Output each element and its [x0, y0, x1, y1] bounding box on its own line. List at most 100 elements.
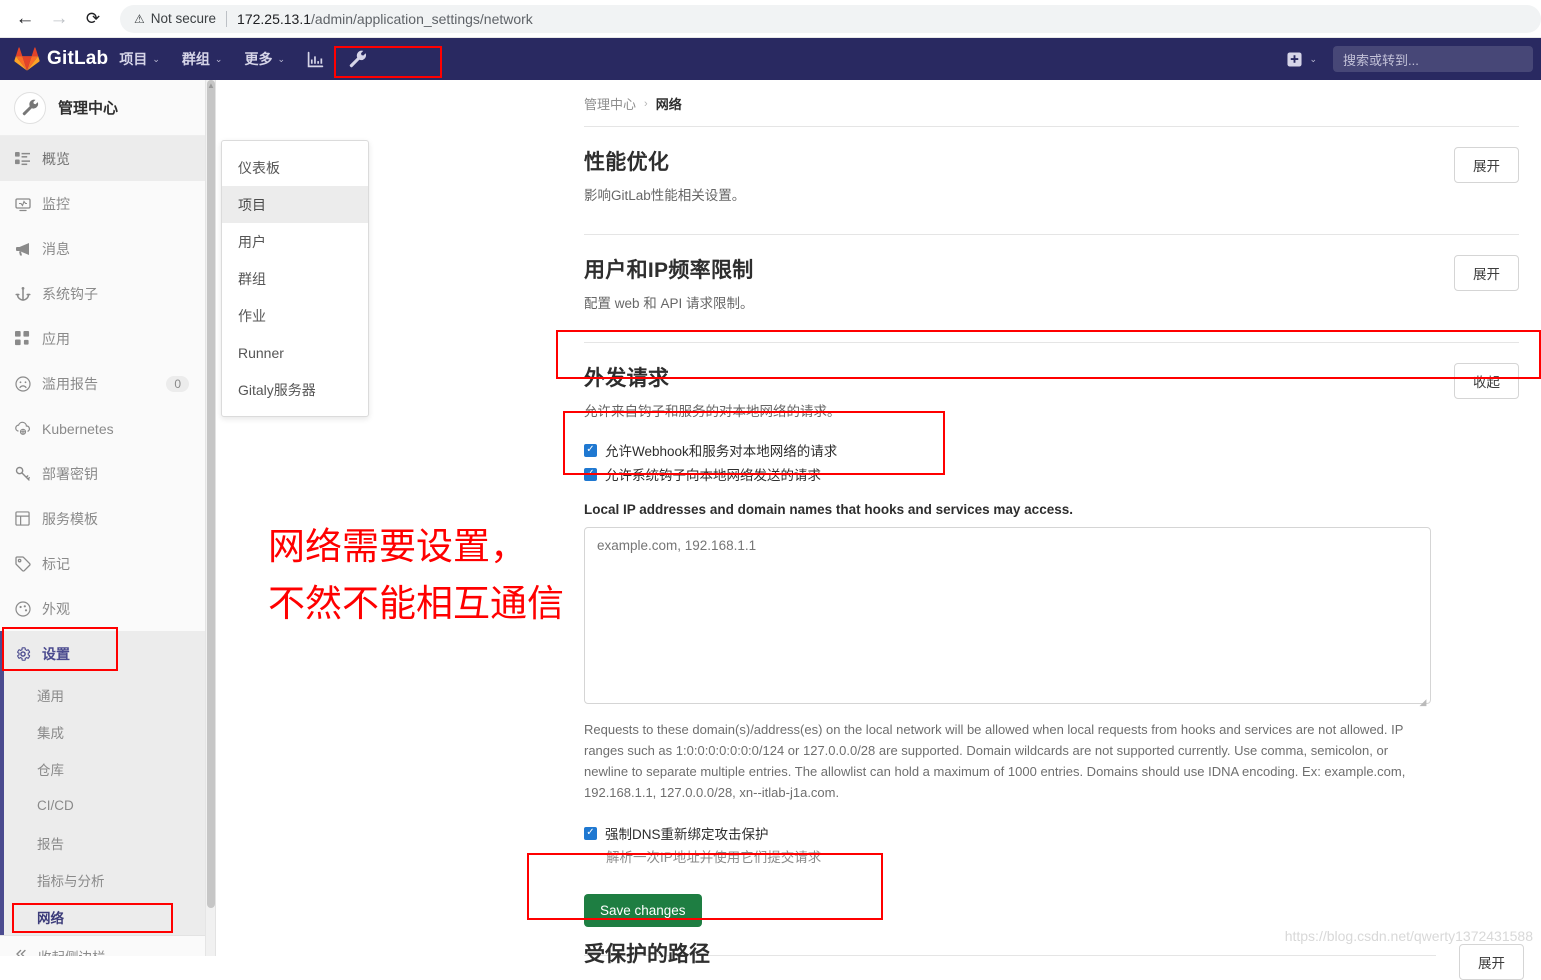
wrench-icon [14, 91, 46, 124]
nav-item-groups[interactable]: 群组 ⌄ [171, 38, 234, 80]
nav-item-more[interactable]: 更多 ⌄ [233, 38, 296, 80]
sidebar-item-label: Kubernetes [42, 420, 114, 437]
collapse-outbound-button[interactable]: 收起 [1454, 363, 1519, 399]
gear-icon [14, 645, 31, 662]
section-body: 用户和IP频率限制 配置 web 和 API 请求限制。 [584, 254, 1436, 312]
gitlab-tanuki-icon [14, 47, 40, 71]
dropdown-item-users[interactable]: 用户 [222, 223, 368, 260]
overview-icon [14, 150, 31, 167]
monitor-icon [14, 195, 31, 212]
subnav-item-metrics[interactable]: 指标与分析 [4, 861, 205, 898]
subnav-item-reporting[interactable]: 报告 [4, 824, 205, 861]
annotation-text: 网络需要设置， 不然不能相互通信 [268, 525, 564, 626]
subnav-item-label: CI/CD [37, 798, 74, 813]
watermark: https://blog.csdn.net/qwerty1372431588 [1284, 928, 1533, 944]
section-description: 影响GitLab性能相关设置。 [584, 188, 746, 203]
address-bar[interactable]: ⚠ Not secure 172.25.13.1/admin/applicati… [120, 4, 1541, 33]
sidebar-item-kubernetes[interactable]: Kubernetes [0, 406, 205, 451]
kubernetes-icon [14, 420, 31, 437]
breadcrumb-root[interactable]: 管理中心 [584, 94, 636, 113]
checkbox-allow-system-hooks-local[interactable]: ✓ 允许系统钩子向本地网络发送的请求 [584, 464, 1436, 484]
sidebar-item-applications[interactable]: 应用 [0, 316, 205, 361]
back-arrow-icon[interactable]: ← [8, 2, 42, 36]
checkbox-label: 强制DNS重新绑定攻击保护 [605, 827, 769, 843]
expand-performance-button[interactable]: 展开 [1454, 147, 1519, 183]
plus-square-icon [1287, 51, 1302, 67]
sidebar-item-settings[interactable]: 设置 [0, 631, 205, 676]
dropdown-item-label: 用户 [238, 233, 266, 250]
dropdown-item-label: 群组 [238, 270, 266, 287]
sidebar-item-label: 外观 [42, 600, 70, 617]
subnav-item-general[interactable]: 通用 [4, 676, 205, 713]
sidebar-item-label: 消息 [42, 240, 70, 257]
apps-icon [14, 330, 31, 347]
omnibox-divider [226, 10, 228, 27]
subnav-item-label: 指标与分析 [37, 873, 105, 889]
search-input[interactable]: 搜索或转到... [1333, 46, 1533, 72]
sidebar-scrollbar-track[interactable]: ▲ [206, 80, 216, 956]
sidebar-context-header[interactable]: 管理中心 [0, 80, 205, 136]
allowlist-help-text: Requests to these domain(s)/address(es) … [584, 722, 1406, 801]
scroll-up-arrow-icon[interactable]: ▲ [207, 82, 215, 90]
allowlist-textarea-wrapper: ◢ [584, 527, 1431, 709]
dropdown-item-dashboard[interactable]: 仪表板 [222, 149, 368, 186]
expand-rate-limits-button[interactable]: 展开 [1454, 255, 1519, 291]
new-item-button[interactable]: ⌄ [1277, 38, 1327, 80]
collapse-sidebar-button[interactable]: 收起侧边栏 [0, 935, 205, 956]
nav-item-projects[interactable]: 项目 ⌄ [108, 38, 171, 80]
section-user-ip-rate-limits: 用户和IP频率限制 配置 web 和 API 请求限制。 展开 [584, 235, 1519, 329]
nav-item-label: 项目 [119, 51, 148, 67]
sidebar-item-labels[interactable]: 标记 [0, 541, 205, 586]
dropdown-item-label: 仪表板 [238, 159, 280, 176]
nav-item-label: 更多 [244, 51, 273, 67]
expand-protected-paths-button[interactable]: 展开 [1459, 944, 1524, 980]
chart-bar-icon[interactable] [296, 38, 335, 80]
sidebar-item-overview[interactable]: 概览 [0, 136, 205, 181]
sidebar-item-monitoring[interactable]: 监控 [0, 181, 205, 226]
chevron-down-icon: ⌄ [214, 53, 223, 64]
subnav-item-integrations[interactable]: 集成 [4, 713, 205, 750]
sidebar-item-deploy-keys[interactable]: 部署密钥 [0, 451, 205, 496]
hook-icon [14, 285, 31, 302]
sidebar-item-appearance[interactable]: 外观 [0, 586, 205, 631]
megaphone-icon [14, 240, 31, 257]
dropdown-item-projects[interactable]: 项目 [222, 186, 368, 223]
sidebar-item-label: 滥用报告 [42, 375, 98, 392]
checkbox-allow-webhook-local[interactable]: ✓ 允许Webhook和服务对本地网络的请求 [584, 440, 1436, 460]
gitlab-logo[interactable]: GitLab [14, 47, 108, 71]
settings-subnav: 通用 集成 仓库 CI/CD 报告 指标与分析 网络 [0, 676, 205, 935]
subnav-item-cicd[interactable]: CI/CD [4, 787, 205, 824]
forward-arrow-icon[interactable]: → [42, 2, 76, 36]
sidebar-item-label: 概览 [42, 150, 70, 167]
sidebar-item-label: 设置 [42, 645, 70, 662]
sidebar-item-system-hooks[interactable]: 系统钩子 [0, 271, 205, 316]
dropdown-item-label: 项目 [238, 196, 266, 213]
breadcrumb: 管理中心 › 网络 [217, 80, 1541, 113]
sidebar-item-label: 标记 [42, 555, 70, 572]
dropdown-item-gitaly-servers[interactable]: Gitaly服务器 [222, 371, 368, 408]
breadcrumb-separator-icon: › [644, 97, 648, 110]
subnav-item-label: 集成 [37, 725, 64, 741]
sidebar-scrollbar-thumb[interactable] [207, 80, 215, 908]
checkbox-label: 允许Webhook和服务对本地网络的请求 [605, 444, 838, 459]
dropdown-item-groups[interactable]: 群组 [222, 260, 368, 297]
sidebar-item-label: 系统钩子 [42, 285, 98, 302]
subnav-item-repository[interactable]: 仓库 [4, 750, 205, 787]
subnav-item-label: 报告 [37, 836, 64, 852]
collapse-sidebar-label: 收起侧边栏 [38, 946, 106, 957]
sidebar-item-messages[interactable]: 消息 [0, 226, 205, 271]
checkmark-icon: ✓ [584, 826, 597, 840]
section-protected-paths-title: 受保护的路径 [584, 943, 710, 966]
dropdown-item-jobs[interactable]: 作业 [222, 297, 368, 334]
save-changes-button[interactable]: Save changes [584, 894, 702, 928]
sidebar-context-title: 管理中心 [58, 100, 119, 117]
reload-icon[interactable]: ⟳ [76, 2, 110, 36]
admin-area-wrench-icon[interactable] [335, 38, 447, 80]
sidebar-item-service-templates[interactable]: 服务模板 [0, 496, 205, 541]
allowlist-textarea[interactable] [584, 527, 1431, 704]
dropdown-item-runner[interactable]: Runner [222, 334, 368, 371]
sidebar-item-abuse-reports[interactable]: 滥用报告 0 [0, 361, 205, 406]
resize-grip-icon[interactable]: ◢ [1418, 697, 1428, 707]
checkbox-dns-rebinding-protection[interactable]: ✓ 强制DNS重新绑定攻击保护 [584, 823, 1436, 843]
subnav-item-network[interactable]: 网络 [4, 898, 205, 935]
